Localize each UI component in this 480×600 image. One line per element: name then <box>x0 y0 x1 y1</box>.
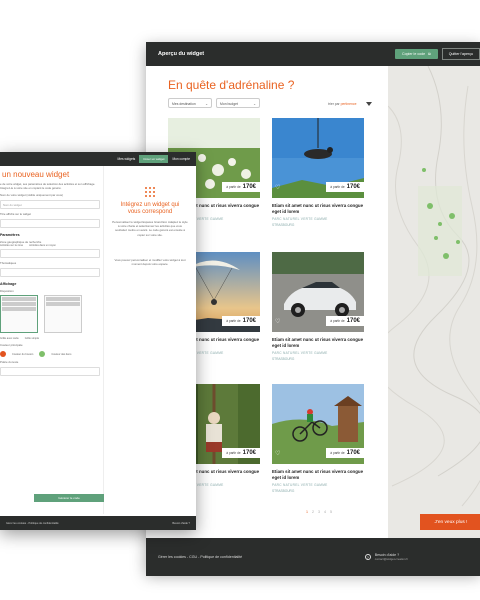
activity-photo: ♡ à partir de170€ <box>272 384 364 464</box>
nav-account[interactable]: Mon compte <box>172 157 190 161</box>
chevron-down-icon: ⌄ <box>253 102 256 106</box>
form-toolbar: Mes widgets Créer un widget Mon compte <box>0 152 196 166</box>
widget-headline: En quête d'adrénaline ? <box>168 78 295 92</box>
info-text: Personnalisez le widget Espaces Grand Es… <box>112 220 188 237</box>
form-title: un nouveau widget <box>2 170 70 179</box>
footer-links[interactable]: Gérer les cookies - CGU - Politique de c… <box>158 555 242 559</box>
filter-icon[interactable] <box>366 102 372 106</box>
preview-toolbar: Aperçu du widget Copier le code ⧉ Quitte… <box>146 42 480 66</box>
chevron-down-icon: ⌄ <box>205 102 208 106</box>
activity-card[interactable]: ♡ à partir de170€ Etiam sit amet nunc ut… <box>272 118 364 227</box>
display-section-title: Affichage <box>0 281 17 286</box>
favorite-icon[interactable]: ♡ <box>275 450 280 457</box>
budget-filter[interactable]: Mon budget ⌄ <box>216 98 260 108</box>
favorite-icon[interactable]: ♡ <box>275 318 280 325</box>
activity-city: STRASBOURG <box>272 223 295 228</box>
sort-control[interactable]: trier par pertinence <box>328 102 356 106</box>
headline-input[interactable] <box>0 218 100 228</box>
layout-grid[interactable] <box>44 295 82 334</box>
activity-city: STRASBOURG <box>272 357 295 362</box>
info-text-2: Vous pouvez personnaliser et modifier vo… <box>114 258 186 267</box>
footer-links[interactable]: Gérer les cookies - Politique de confide… <box>6 522 59 525</box>
preview-title: Aperçu du widget <box>158 51 205 57</box>
zone-select[interactable] <box>0 249 100 259</box>
quit-preview-button[interactable]: Quitter l'aperçu <box>441 48 480 60</box>
price-tag: à partir de 170€ <box>222 182 260 192</box>
destination-filter[interactable]: Mes destination ⌄ <box>168 98 212 108</box>
favorite-icon[interactable]: ♡ <box>275 184 280 191</box>
preview-window: Aperçu du widget Copier le code ⧉ Quitte… <box>146 42 480 576</box>
activity-city: STRASBOURG <box>272 489 295 494</box>
nav-my-widgets[interactable]: Mes widgets <box>118 157 136 161</box>
copy-icon: ⧉ <box>428 52 431 56</box>
page-link[interactable]: 3 <box>318 510 320 514</box>
pagination: 1 2 3 4 5 <box>306 510 332 514</box>
layout-grid-map[interactable] <box>0 295 38 334</box>
radius-option-radio[interactable]: Activités dans un rayon <box>29 244 56 247</box>
page-link[interactable]: 4 <box>324 510 326 514</box>
price-tag: à partir de 170€ <box>326 316 364 326</box>
nav-create-widget[interactable]: Créer un widget <box>139 155 169 163</box>
activity-photo: ♡ à partir de170€ <box>272 252 364 332</box>
price-tag: à partir de 170€ <box>222 316 260 326</box>
activity-card[interactable]: ♡ à partir de170€ Etiam sit amet nunc ut… <box>272 384 364 493</box>
activity-card[interactable]: ♡ à partir de170€ Etiam sit amet nunc ut… <box>272 252 364 361</box>
activity-photo: ♡ à partir de170€ <box>272 118 364 198</box>
activity-title: Etiam sit amet nunc ut risus viverra con… <box>272 203 364 214</box>
theme-select[interactable] <box>0 267 100 277</box>
activity-location: PARC NATUREL VERTE GAMME <box>272 483 328 488</box>
info-title: Intégrez un widget qui vous correspond <box>120 202 180 215</box>
layout-options <box>0 293 100 337</box>
activity-title: Etiam sit amet nunc ut risus viverra con… <box>272 337 364 348</box>
price-tag: à partir de 170€ <box>326 448 364 458</box>
widget-name-input[interactable]: Nom du widget <box>0 199 100 209</box>
widget-form: un nouveau widget e de votre widget, ses… <box>0 166 104 514</box>
color-swatch[interactable] <box>0 351 6 357</box>
page-link[interactable]: 1 <box>306 510 308 514</box>
help-contact[interactable]: ? Besoin d'aide ? contact@widget-creation… <box>364 553 408 561</box>
activity-map[interactable] <box>388 66 480 558</box>
color-swatch[interactable] <box>39 351 46 357</box>
help-icon: ? <box>364 554 371 560</box>
activity-location: PARC NATUREL VERTE GAMME <box>272 217 328 222</box>
preview-footer: Gérer les cookies - CGU - Politique de c… <box>146 538 480 576</box>
generate-code-button[interactable]: Générer le code <box>34 494 104 502</box>
params-section-title: Paramètres <box>0 232 20 237</box>
price-tag: à partir de 170€ <box>326 182 364 192</box>
more-results-button[interactable]: J'en veux plus ! <box>420 514 480 530</box>
info-panel: Intégrez un widget qui vous correspond P… <box>104 166 196 514</box>
help-link[interactable]: Besoin d'aide ? <box>172 522 190 525</box>
activity-title: Etiam sit amet nunc ut risus viverra con… <box>272 469 364 480</box>
page-link[interactable]: 2 <box>312 510 314 514</box>
form-footer: Gérer les cookies - Politique de confide… <box>0 516 196 530</box>
grid-icon <box>145 187 155 197</box>
form-window: Mes widgets Créer un widget Mon compte u… <box>0 152 196 530</box>
font-select[interactable] <box>0 366 100 376</box>
price-tag: à partir de 170€ <box>222 448 260 458</box>
page-link[interactable]: 5 <box>330 510 332 514</box>
zone-option-radio[interactable]: Activités sur la zone <box>0 244 23 247</box>
copy-code-button[interactable]: Copier le code ⧉ <box>394 49 438 59</box>
activity-location: PARC NATUREL VERTE GAMME <box>272 351 328 356</box>
